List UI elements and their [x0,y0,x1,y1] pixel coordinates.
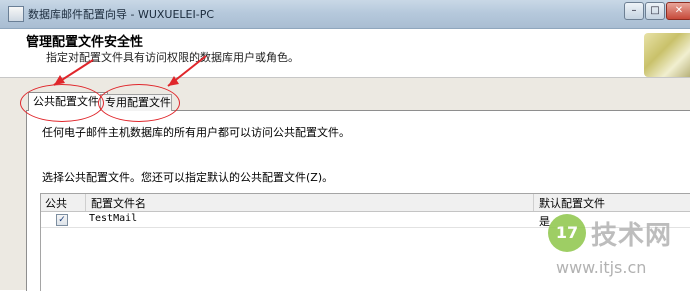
watermark-logo: 17 [548,214,586,252]
watermark-url: www.itjs.cn [556,258,647,277]
annotation-arrows [53,55,207,87]
watermark-text: 技术网 [591,221,673,251]
